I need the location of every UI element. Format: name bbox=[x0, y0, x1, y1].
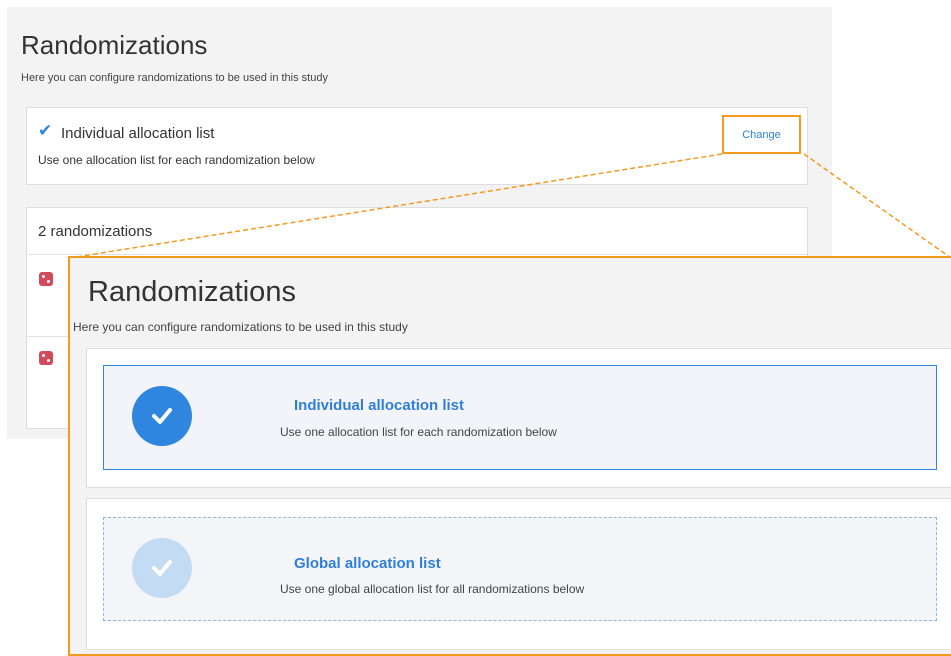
zoom-title: Randomizations bbox=[88, 276, 296, 308]
checkmark-icon bbox=[132, 386, 192, 446]
option-title: Global allocation list bbox=[294, 555, 441, 572]
global-allocation-option[interactable]: Global allocation list Use one global al… bbox=[103, 517, 937, 621]
allocation-title: Individual allocation list bbox=[61, 125, 215, 142]
allocation-summary-card: ✔ Individual allocation list Use one all… bbox=[26, 107, 808, 185]
option-description: Use one global allocation list for all r… bbox=[280, 582, 585, 596]
change-button[interactable]: Change bbox=[722, 115, 801, 154]
option-description: Use one allocation list for each randomi… bbox=[280, 425, 557, 439]
dice-icon[interactable] bbox=[39, 351, 53, 365]
zoom-panel: Randomizations Here you can configure ra… bbox=[68, 256, 951, 656]
page-subtitle: Here you can configure randomizations to… bbox=[21, 72, 328, 84]
checkmark-icon: ✔ bbox=[38, 121, 53, 140]
page-title: Randomizations bbox=[21, 30, 208, 60]
option-title: Individual allocation list bbox=[294, 397, 465, 414]
individual-allocation-option[interactable]: Individual allocation list Use one alloc… bbox=[103, 365, 937, 470]
allocation-description: Use one allocation list for each randomi… bbox=[38, 153, 315, 167]
zoom-subtitle: Here you can configure randomizations to… bbox=[73, 320, 408, 334]
checkmark-icon bbox=[132, 538, 192, 598]
dice-icon[interactable] bbox=[39, 272, 53, 286]
randomizations-count: 2 randomizations bbox=[38, 223, 153, 240]
option-card-global: Global allocation list Use one global al… bbox=[86, 498, 951, 650]
divider bbox=[27, 254, 807, 255]
option-card-individual: Individual allocation list Use one alloc… bbox=[86, 348, 951, 488]
